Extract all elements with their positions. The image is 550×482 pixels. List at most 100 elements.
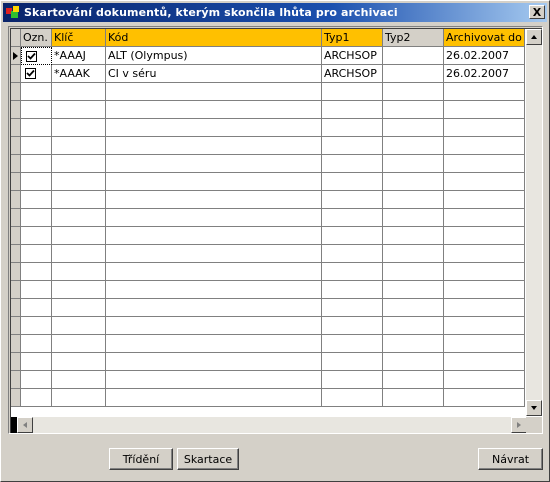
kod-cell[interactable] <box>106 263 322 281</box>
column-header-archivovat-do[interactable]: Archivovat do <box>444 29 525 47</box>
typ2-cell[interactable] <box>383 353 444 371</box>
ozn-cell[interactable] <box>21 47 52 65</box>
typ1-cell[interactable] <box>322 299 383 317</box>
typ2-cell[interactable] <box>383 155 444 173</box>
typ2-cell[interactable] <box>383 281 444 299</box>
horizontal-scrollbar[interactable] <box>17 417 527 433</box>
ozn-cell[interactable] <box>21 263 52 281</box>
ozn-cell[interactable] <box>21 371 52 389</box>
typ1-cell[interactable] <box>322 335 383 353</box>
row-indicator[interactable] <box>11 191 21 209</box>
row-indicator[interactable] <box>11 353 21 371</box>
typ2-cell[interactable] <box>383 245 444 263</box>
row-indicator[interactable] <box>11 317 21 335</box>
empty-row[interactable] <box>11 173 542 191</box>
row-indicator[interactable] <box>11 371 21 389</box>
kod-cell[interactable] <box>106 371 322 389</box>
klic-cell[interactable] <box>52 191 106 209</box>
row-indicator[interactable] <box>11 281 21 299</box>
row-indicator[interactable] <box>11 335 21 353</box>
archivovat-do-cell[interactable]: 26.02.2007 <box>444 47 525 65</box>
typ1-cell[interactable] <box>322 83 383 101</box>
kod-cell[interactable] <box>106 155 322 173</box>
ozn-cell[interactable] <box>21 389 52 407</box>
row-indicator[interactable] <box>11 263 21 281</box>
vertical-scrollbar[interactable] <box>526 29 542 416</box>
archivovat-do-cell[interactable] <box>444 101 525 119</box>
klic-cell[interactable] <box>52 173 106 191</box>
typ2-cell[interactable] <box>383 83 444 101</box>
typ2-cell[interactable] <box>383 371 444 389</box>
empty-row[interactable] <box>11 227 542 245</box>
kod-cell[interactable] <box>106 137 322 155</box>
klic-cell[interactable] <box>52 281 106 299</box>
typ1-cell[interactable] <box>322 263 383 281</box>
klic-cell[interactable] <box>52 371 106 389</box>
typ1-cell[interactable] <box>322 353 383 371</box>
typ1-cell[interactable] <box>322 389 383 407</box>
kod-cell[interactable] <box>106 299 322 317</box>
typ1-cell[interactable] <box>322 137 383 155</box>
scroll-left-button[interactable] <box>17 417 33 433</box>
kod-cell[interactable] <box>106 281 322 299</box>
klic-cell[interactable] <box>52 227 106 245</box>
klic-cell[interactable] <box>52 119 106 137</box>
archivovat-do-cell[interactable]: 26.02.2007 <box>444 65 525 83</box>
row-checkbox[interactable] <box>26 51 37 62</box>
klic-cell[interactable] <box>52 335 106 353</box>
empty-row[interactable] <box>11 371 542 389</box>
klic-cell[interactable] <box>52 263 106 281</box>
typ2-cell[interactable] <box>383 389 444 407</box>
archivovat-do-cell[interactable] <box>444 227 525 245</box>
typ2-cell[interactable] <box>383 335 444 353</box>
empty-row[interactable] <box>11 263 542 281</box>
row-indicator[interactable] <box>11 299 21 317</box>
row-indicator[interactable] <box>11 227 21 245</box>
empty-row[interactable] <box>11 209 542 227</box>
column-header-typ2[interactable]: Typ2 <box>383 29 444 47</box>
typ1-cell[interactable] <box>322 245 383 263</box>
table-row[interactable]: *AAAJ ALT (Olympus) ARCHSOP 26.02.2007 <box>11 47 542 65</box>
kod-cell[interactable]: ALT (Olympus) <box>106 47 322 65</box>
navrat-button[interactable]: Návrat <box>478 448 543 470</box>
row-indicator[interactable] <box>11 155 21 173</box>
kod-cell[interactable] <box>106 335 322 353</box>
typ1-cell[interactable] <box>322 281 383 299</box>
klic-cell[interactable]: *AAAJ <box>52 47 106 65</box>
klic-cell[interactable] <box>52 389 106 407</box>
kod-cell[interactable] <box>106 83 322 101</box>
empty-row[interactable] <box>11 191 542 209</box>
empty-row[interactable] <box>11 299 542 317</box>
empty-row[interactable] <box>11 155 542 173</box>
typ1-cell[interactable] <box>322 101 383 119</box>
typ1-cell[interactable] <box>322 227 383 245</box>
archivovat-do-cell[interactable] <box>444 155 525 173</box>
kod-cell[interactable] <box>106 245 322 263</box>
ozn-cell[interactable] <box>21 317 52 335</box>
klic-cell[interactable]: *AAAK <box>52 65 106 83</box>
typ1-cell[interactable] <box>322 317 383 335</box>
row-indicator[interactable] <box>11 101 21 119</box>
kod-cell[interactable] <box>106 119 322 137</box>
row-indicator[interactable] <box>11 65 21 83</box>
klic-cell[interactable] <box>52 83 106 101</box>
row-checkbox[interactable] <box>25 68 36 79</box>
ozn-cell[interactable] <box>21 281 52 299</box>
kod-cell[interactable]: CI v séru <box>106 65 322 83</box>
row-indicator[interactable] <box>11 389 21 407</box>
archivovat-do-cell[interactable] <box>444 389 525 407</box>
close-button[interactable]: X <box>529 5 545 19</box>
ozn-cell[interactable] <box>21 119 52 137</box>
typ2-cell[interactable] <box>383 299 444 317</box>
ozn-cell[interactable] <box>21 155 52 173</box>
empty-row[interactable] <box>11 353 542 371</box>
empty-row[interactable] <box>11 101 542 119</box>
ozn-cell[interactable] <box>21 299 52 317</box>
ozn-cell[interactable] <box>21 101 52 119</box>
scroll-right-button[interactable] <box>511 417 527 433</box>
archivovat-do-cell[interactable] <box>444 245 525 263</box>
typ2-cell[interactable] <box>383 263 444 281</box>
kod-cell[interactable] <box>106 389 322 407</box>
ozn-cell[interactable] <box>21 65 52 83</box>
typ1-cell[interactable] <box>322 173 383 191</box>
